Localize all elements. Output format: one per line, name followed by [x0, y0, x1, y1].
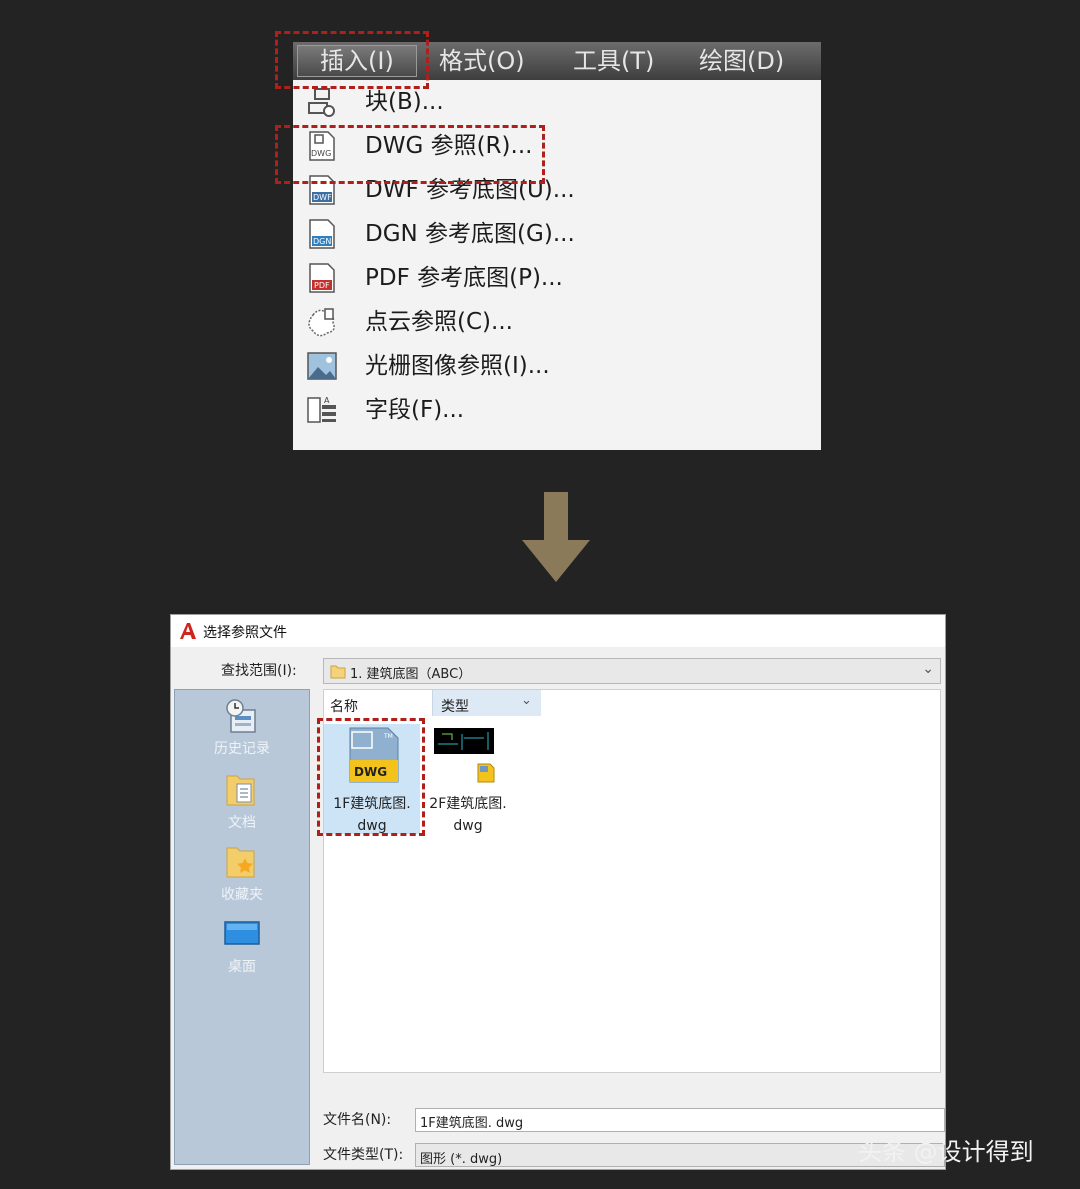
look-in-dropdown[interactable]: 1. 建筑底图（ABC） ⌄: [323, 658, 941, 684]
field-icon: A: [307, 396, 336, 423]
menu-item-dgn-underlay[interactable]: DGN DGN 参考底图(G)...: [293, 212, 821, 256]
menu-item-pdf-underlay[interactable]: PDF PDF 参考底图(P)...: [293, 256, 821, 300]
folder-icon: [330, 665, 346, 679]
menu-item-field[interactable]: A 字段(F)...: [293, 388, 821, 432]
menu-tools[interactable]: 工具(T): [573, 46, 654, 76]
place-label: 文档: [228, 815, 256, 831]
places-bar: 历史记录 文档 收藏夹 桌面: [174, 689, 310, 1165]
history-icon: [226, 699, 256, 733]
down-arrow-icon: [522, 492, 590, 582]
menu-item-label: 字段(F)...: [365, 397, 465, 423]
menu-item-point-cloud[interactable]: 点云参照(C)...: [293, 300, 821, 344]
chevron-down-icon: ⌄: [922, 661, 934, 677]
highlight-selected-file: [317, 718, 425, 836]
file-name-label: 文件名(N):: [323, 1112, 392, 1128]
look-in-value: 1. 建筑底图（ABC）: [350, 667, 472, 682]
place-label: 历史记录: [214, 741, 270, 757]
autocad-logo-icon: [180, 623, 196, 639]
insert-menu: 插入(I) 格式(O) 工具(T) 绘图(D) 块(B)... DWG DWG …: [293, 42, 821, 450]
svg-text:DWF: DWF: [313, 193, 332, 202]
place-favorites[interactable]: 收藏夹: [175, 842, 309, 912]
documents-folder-icon: [226, 775, 255, 806]
svg-text:A: A: [324, 396, 330, 405]
menu-item-raster-image[interactable]: 光栅图像参照(I)...: [293, 344, 821, 388]
point-cloud-icon: [308, 308, 335, 337]
menu-item-label: PDF 参考底图(P)...: [365, 265, 563, 291]
menu-draw[interactable]: 绘图(D): [699, 46, 784, 76]
column-header-type-label: 类型: [441, 699, 469, 715]
column-header-name[interactable]: 名称: [330, 696, 358, 716]
select-reference-file-dialog: 选择参照文件 查找范围(I): 1. 建筑底图（ABC） ⌄ 历史记录 文档 收…: [170, 614, 946, 1170]
dialog-title: 选择参照文件: [203, 625, 287, 641]
look-in-label: 查找范围(I):: [221, 663, 297, 679]
menu-item-label: 光栅图像参照(I)...: [365, 353, 550, 379]
svg-text:PDF: PDF: [314, 281, 330, 290]
menu-format[interactable]: 格式(O): [439, 46, 525, 76]
file-name-input[interactable]: 1F建筑底图. dwg: [415, 1108, 945, 1132]
pdf-file-icon: PDF: [309, 263, 335, 293]
block-icon: [308, 88, 335, 117]
dgn-file-icon: DGN: [309, 219, 335, 249]
menu-item-label: DGN 参考底图(G)...: [365, 221, 575, 247]
dialog-title-bar: 选择参照文件: [171, 615, 945, 647]
file-type-label: 文件类型(T):: [323, 1147, 404, 1163]
column-header-type[interactable]: 类型 ⌄: [432, 690, 541, 716]
drawing-thumbnail-icon: [434, 728, 495, 783]
raster-image-icon: [307, 352, 337, 380]
file-item-2f[interactable]: 2F建筑底图. dwg: [420, 724, 516, 834]
place-desktop[interactable]: 桌面: [175, 914, 309, 984]
favorites-folder-icon: [226, 847, 255, 878]
watermark: 头条 @设计得到: [858, 1138, 1034, 1166]
desktop-icon: [224, 921, 260, 945]
menu-item-label: 块(B)...: [365, 89, 444, 115]
highlight-dwg-reference: [275, 125, 545, 184]
file-name-line2: dwg: [453, 818, 483, 834]
highlight-insert-menu: [275, 31, 429, 89]
place-label: 收藏夹: [221, 887, 263, 903]
place-history[interactable]: 历史记录: [175, 696, 309, 766]
chevron-down-icon: ⌄: [521, 693, 532, 708]
menu-item-label: 点云参照(C)...: [365, 309, 513, 335]
place-documents[interactable]: 文档: [175, 770, 309, 840]
place-label: 桌面: [228, 959, 256, 975]
file-name-line1: 2F建筑底图.: [429, 796, 507, 812]
file-type-value: 图形 (*. dwg): [420, 1152, 503, 1167]
svg-text:DGN: DGN: [313, 237, 331, 246]
